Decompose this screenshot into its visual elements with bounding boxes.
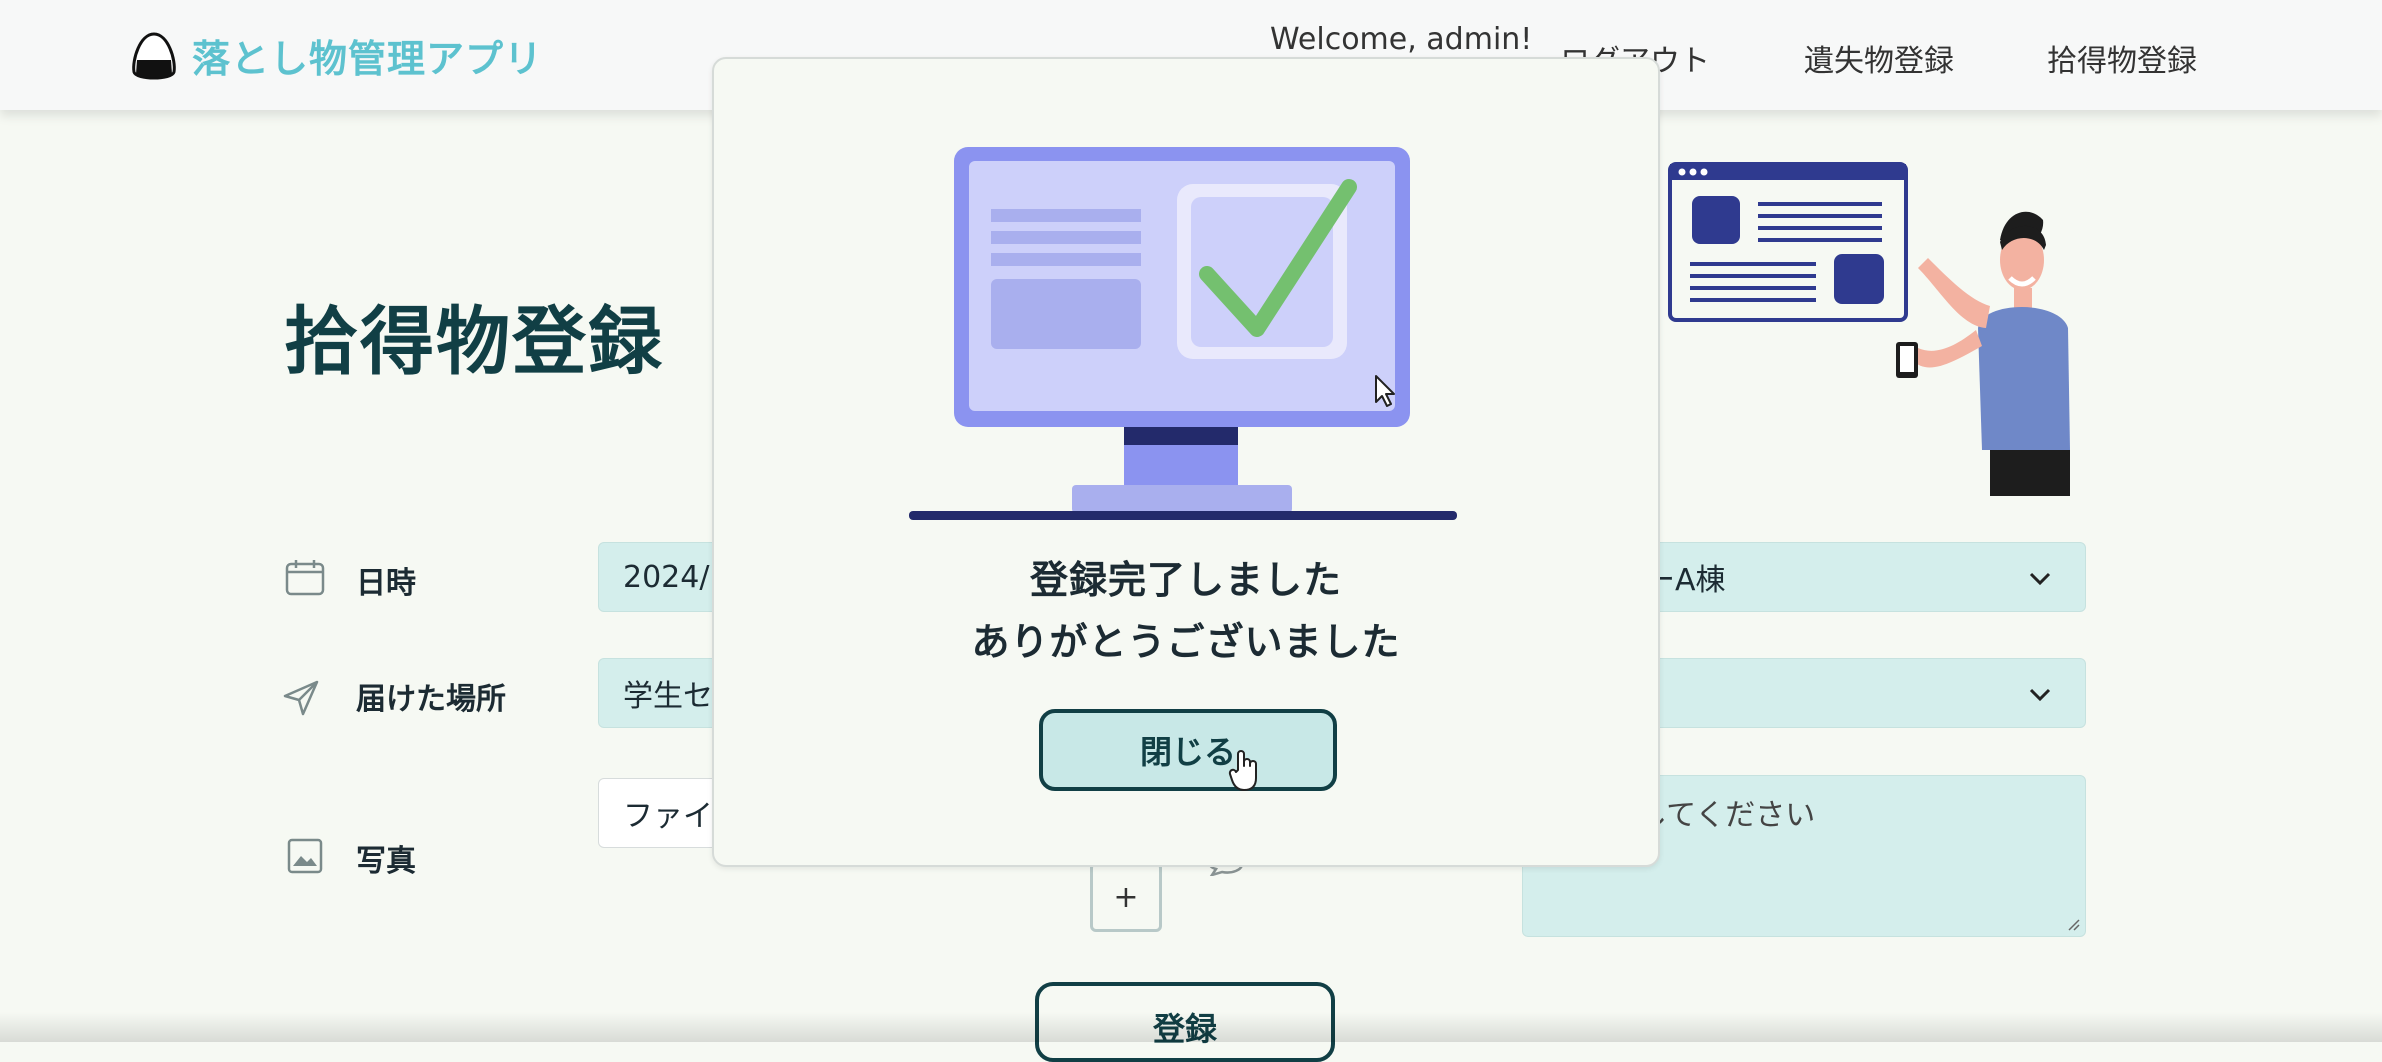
chevron-down-icon [2029, 688, 2051, 702]
app-title: 落とし物管理アプリ [192, 37, 544, 81]
datetime-label: 日時 [356, 566, 416, 601]
nav-found-item-register[interactable]: 拾得物登録 [2047, 36, 2197, 80]
photo-label: 写真 [356, 844, 416, 879]
image-icon [287, 838, 323, 874]
add-photo-button[interactable]: + [1090, 862, 1162, 932]
chevron-down-icon [2029, 572, 2051, 586]
app-logo[interactable]: 落とし物管理アプリ [128, 28, 543, 83]
place-value: 学生セ [623, 679, 713, 714]
close-button[interactable]: 閉じる [1039, 709, 1337, 791]
person-with-webpage-illustration [1668, 162, 2070, 496]
file-input-label: ファイ [623, 799, 713, 834]
send-icon [283, 680, 319, 716]
page-title: 拾得物登録 [284, 299, 664, 385]
mouse-pointer-icon [1375, 375, 1395, 407]
calendar-icon [285, 560, 325, 596]
nav-lost-item-register[interactable]: 遺失物登録 [1804, 36, 1954, 80]
onigiri-icon [132, 31, 176, 79]
datetime-value: 2024/ [623, 559, 710, 595]
welcome-text: Welcome, admin! [1270, 22, 1533, 57]
hand-cursor-icon [1228, 750, 1257, 791]
success-message-line1: 登録完了しました [1029, 558, 1342, 602]
bottom-shadow [0, 1012, 2382, 1042]
resize-handle-icon[interactable] [2067, 918, 2081, 932]
monitor-checkmark-illustration [909, 147, 1457, 520]
place-label: 届けた場所 [356, 682, 506, 717]
success-modal: 登録完了しました ありがとうございました 閉じる [712, 57, 1660, 867]
success-message-line2: ありがとうございました [971, 620, 1401, 664]
